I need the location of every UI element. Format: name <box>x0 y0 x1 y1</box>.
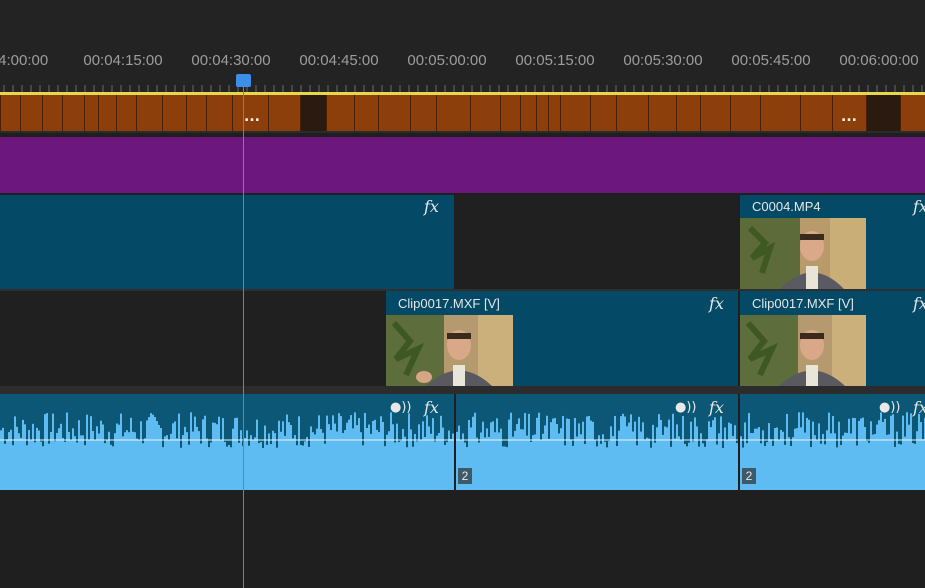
edit-segment[interactable] <box>616 95 648 131</box>
clip-name: Clip0017.MXF [V] <box>752 296 854 311</box>
edit-segment[interactable] <box>410 95 436 131</box>
edit-segment[interactable] <box>590 95 616 131</box>
edit-segment[interactable] <box>648 95 676 131</box>
timecode-label: 00:05:45:00 <box>731 52 811 69</box>
fx-icon: fx <box>709 294 724 313</box>
thumbnail-image <box>740 218 866 289</box>
fx-icon: fx <box>913 294 925 313</box>
audio-clip-a1-left[interactable]: ●)) fx <box>0 394 454 490</box>
edit-segment[interactable] <box>136 95 162 131</box>
edit-segment[interactable] <box>116 95 136 131</box>
edit-segment[interactable] <box>206 95 232 131</box>
video-clip-clip0017-left[interactable]: Clip0017.MXF [V] fx <box>386 291 738 386</box>
edit-segment[interactable] <box>760 95 800 131</box>
edit-segment[interactable] <box>300 95 326 131</box>
edit-segment[interactable] <box>548 95 560 131</box>
edit-segment[interactable] <box>536 95 548 131</box>
overflow-marker: ... <box>841 109 857 125</box>
nested-sequence-clip[interactable] <box>0 137 925 193</box>
edit-segment[interactable] <box>20 95 42 131</box>
timecode-label: 00:04:15:00 <box>83 52 163 69</box>
edit-segment[interactable] <box>42 95 62 131</box>
clip-name: C0004.MP4 <box>752 199 821 214</box>
timecode-label: 00:04:45:00 <box>299 52 379 69</box>
edit-segment[interactable] <box>186 95 206 131</box>
clip-name: Clip0017.MXF [V] <box>398 296 500 311</box>
playhead-line[interactable] <box>243 82 244 588</box>
edit-segment[interactable] <box>0 95 20 131</box>
audio-waveform <box>740 412 925 490</box>
edit-segment[interactable] <box>520 95 536 131</box>
time-ruler[interactable]: 04:00:00 00:04:15:00 00:04:30:00 00:04:4… <box>0 0 925 92</box>
edit-segment[interactable] <box>436 95 470 131</box>
video-clip-clip0017-right[interactable]: Clip0017.MXF [V] fx <box>740 291 925 386</box>
edit-segment[interactable] <box>700 95 730 131</box>
edit-segment[interactable] <box>500 95 520 131</box>
clip-thumbnail <box>386 315 513 386</box>
timecode-label: 00:05:00:00 <box>407 52 487 69</box>
edit-segment[interactable] <box>354 95 378 131</box>
video-clip-v2-left[interactable]: fx <box>0 195 454 289</box>
audio-clip-a1-right[interactable]: ●)) fx 2 <box>740 394 925 490</box>
audio-waveform <box>0 412 454 490</box>
audio-waveform <box>456 412 738 490</box>
edit-segment[interactable] <box>62 95 84 131</box>
channel-badge: 2 <box>742 468 756 484</box>
video-clip-c0004[interactable]: C0004.MP4 fx <box>740 195 925 289</box>
track-gap <box>456 195 738 289</box>
edit-segment[interactable] <box>268 95 300 131</box>
thumbnail-image <box>740 315 866 386</box>
edit-segment[interactable] <box>470 95 500 131</box>
fx-icon: fx <box>913 197 925 216</box>
clip-thumbnail <box>740 315 866 386</box>
overflow-marker: ... <box>244 109 260 125</box>
timecode-label: 04:00:00 <box>0 52 49 69</box>
fx-icon: fx <box>424 197 439 216</box>
edit-segment[interactable] <box>162 95 186 131</box>
edit-segment[interactable] <box>378 95 410 131</box>
video-audio-separator <box>0 386 925 394</box>
edit-segment[interactable] <box>800 95 832 131</box>
edit-segment[interactable] <box>560 95 590 131</box>
edit-segment[interactable] <box>676 95 700 131</box>
edit-segment[interactable] <box>900 95 925 131</box>
channel-badge: 2 <box>458 468 472 484</box>
timecode-label: 00:05:15:00 <box>515 52 595 69</box>
edit-segment[interactable] <box>730 95 760 131</box>
timecode-label: 00:05:30:00 <box>623 52 703 69</box>
edit-segment[interactable] <box>326 95 354 131</box>
edit-segment[interactable] <box>84 95 98 131</box>
audio-clip-a1-middle[interactable]: ●)) fx 2 <box>456 394 738 490</box>
timecode-label: 00:04:30:00 <box>191 52 271 69</box>
clip-thumbnail <box>740 218 866 289</box>
playhead-icon[interactable] <box>236 74 251 87</box>
thumbnail-image <box>386 315 513 386</box>
ruler-ticks <box>3 85 923 92</box>
video-track-v4[interactable]: ...... <box>0 95 925 133</box>
edit-segment[interactable] <box>98 95 116 131</box>
edit-segment[interactable] <box>866 95 900 131</box>
timecode-label: 00:06:00:00 <box>839 52 919 69</box>
track-gap <box>0 291 385 386</box>
